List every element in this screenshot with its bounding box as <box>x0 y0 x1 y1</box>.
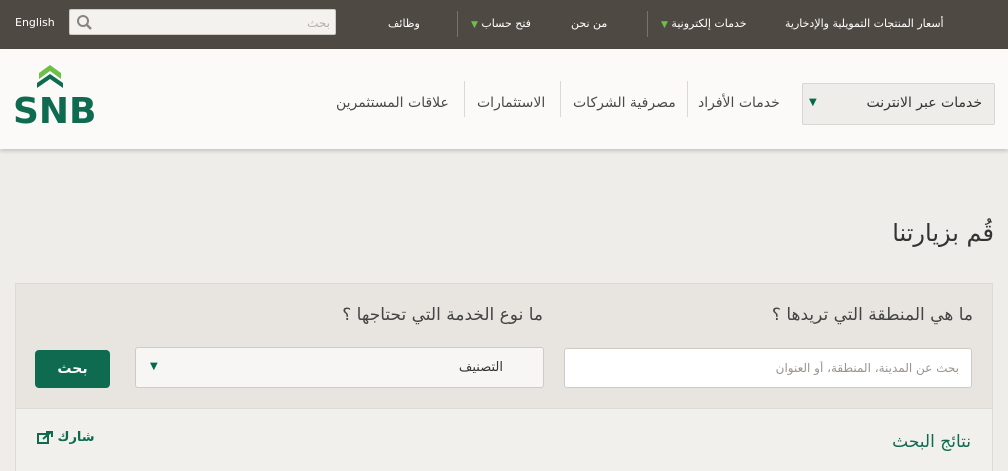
category-select-value: التصنيف <box>458 360 503 375</box>
results-header-area <box>15 409 993 471</box>
service-question-label: ما نوع الخدمة التي تحتاجها ؟ <box>342 305 543 325</box>
snb-logo[interactable]: SNB <box>12 65 128 127</box>
open-account-menu[interactable]: ▼ فتح حساب <box>471 17 531 30</box>
online-services-dropdown[interactable]: ▼ خدمات عبر الانترنت <box>802 83 995 125</box>
search-button[interactable]: بحث <box>35 350 110 388</box>
divider <box>560 81 561 117</box>
eservices-menu[interactable]: ▼ خدمات إلكترونية <box>661 17 747 30</box>
chevron-down-icon: ▼ <box>471 20 478 30</box>
site-search-box <box>69 9 336 35</box>
results-title: نتائج البحث <box>892 432 971 452</box>
share-icon <box>37 431 53 444</box>
product-prices-link[interactable]: أسعار المنتجات التمويلية والإدخارية <box>785 17 944 30</box>
about-us-link[interactable]: من نحن <box>571 17 607 30</box>
page-title: قُم بزيارتنا <box>892 219 994 247</box>
chevron-down-icon: ▼ <box>809 97 817 108</box>
nav-investments[interactable]: الاستثمارات <box>477 95 545 111</box>
location-search-input[interactable] <box>564 348 972 388</box>
nav-corporate-banking[interactable]: مصرفية الشركات <box>573 95 676 111</box>
share-button[interactable]: شارك <box>34 430 95 445</box>
svg-text:SNB: SNB <box>13 91 97 127</box>
search-icon[interactable] <box>74 13 94 31</box>
category-select[interactable]: ▼ التصنيف <box>135 347 544 388</box>
divider <box>687 81 688 117</box>
divider <box>647 11 648 37</box>
nav-investor-relations[interactable]: علاقات المستثمرين <box>336 95 449 111</box>
divider <box>457 11 458 37</box>
language-switch-link[interactable]: English <box>15 16 55 29</box>
divider <box>464 81 465 117</box>
online-services-label: خدمات عبر الانترنت <box>866 95 982 111</box>
top-utility-bar: English وظائف ▼ فتح حساب من نحن ▼ خدمات … <box>0 0 1008 49</box>
share-label: شارك <box>57 430 95 445</box>
site-search-input[interactable] <box>96 13 332 33</box>
jobs-link[interactable]: وظائف <box>388 17 420 30</box>
chevron-down-icon: ▼ <box>150 361 158 372</box>
main-header: SNB علاقات المستثمرين الاستثمارات مصرفية… <box>0 49 1008 149</box>
chevron-down-icon: ▼ <box>661 20 668 30</box>
region-question-label: ما هي المنطقة التي تريدها ؟ <box>771 305 973 325</box>
branch-search-card <box>15 283 993 409</box>
nav-personal-services[interactable]: خدمات الأفراد <box>698 95 780 111</box>
